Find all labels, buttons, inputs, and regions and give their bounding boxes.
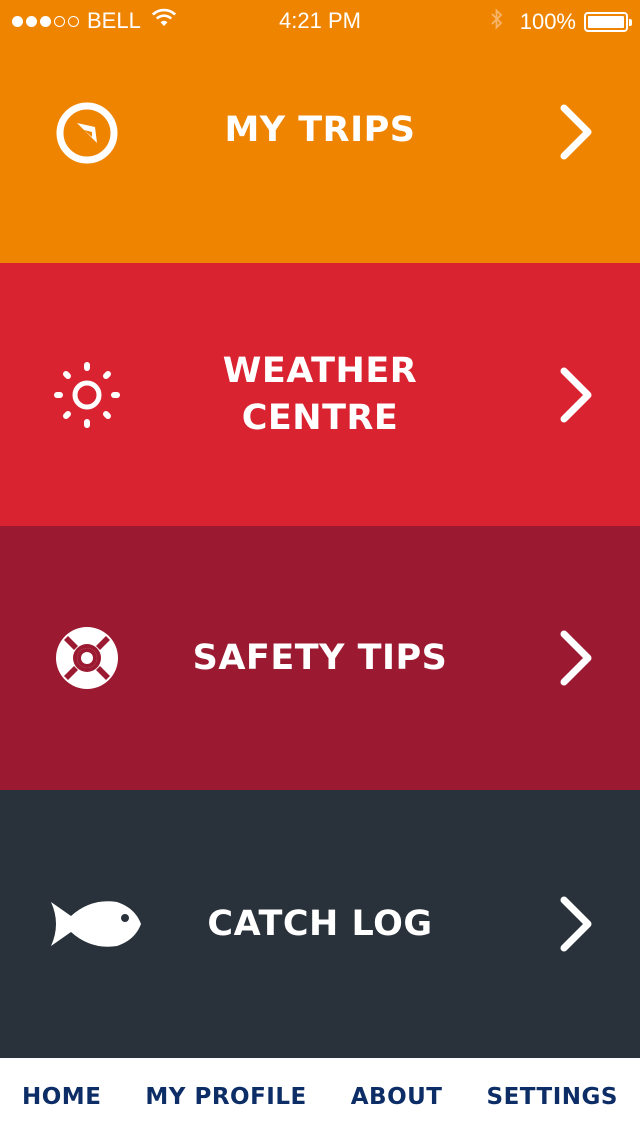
chevron-right-icon [556, 628, 596, 688]
menu-item-label: WEATHER CENTRE [222, 350, 418, 438]
status-bar: BELL 4:21 PM 100% [0, 0, 640, 40]
life-ring-icon [40, 611, 134, 705]
tab-settings[interactable]: SETTINGS [481, 1076, 624, 1118]
chevron-right-icon [556, 894, 596, 954]
menu-item-weather-centre[interactable]: WEATHER CENTRE [0, 263, 640, 526]
tab-home[interactable]: HOME [16, 1076, 107, 1118]
menu-item-catch-log[interactable]: CATCH LOG [0, 790, 640, 1058]
menu-item-safety-tips[interactable]: SAFETY TIPS [0, 526, 640, 790]
menu-item-label: CATCH LOG [207, 903, 433, 944]
battery-icon [584, 12, 632, 32]
tab-about[interactable]: ABOUT [345, 1076, 449, 1118]
tab-bar: HOME MY PROFILE ABOUT SETTINGS [0, 1058, 640, 1136]
status-right: 100% [490, 8, 632, 36]
chevron-right-icon [556, 102, 596, 162]
sun-icon [40, 348, 134, 442]
battery-percentage: 100% [519, 9, 576, 34]
fish-icon [40, 877, 150, 971]
bluetooth-icon [490, 8, 504, 36]
chevron-right-icon [556, 365, 596, 425]
compass-icon [40, 86, 134, 180]
menu-item-label: MY TRIPS [224, 110, 416, 150]
tab-my-profile[interactable]: MY PROFILE [139, 1076, 312, 1118]
menu-item-label: SAFETY TIPS [192, 637, 448, 678]
